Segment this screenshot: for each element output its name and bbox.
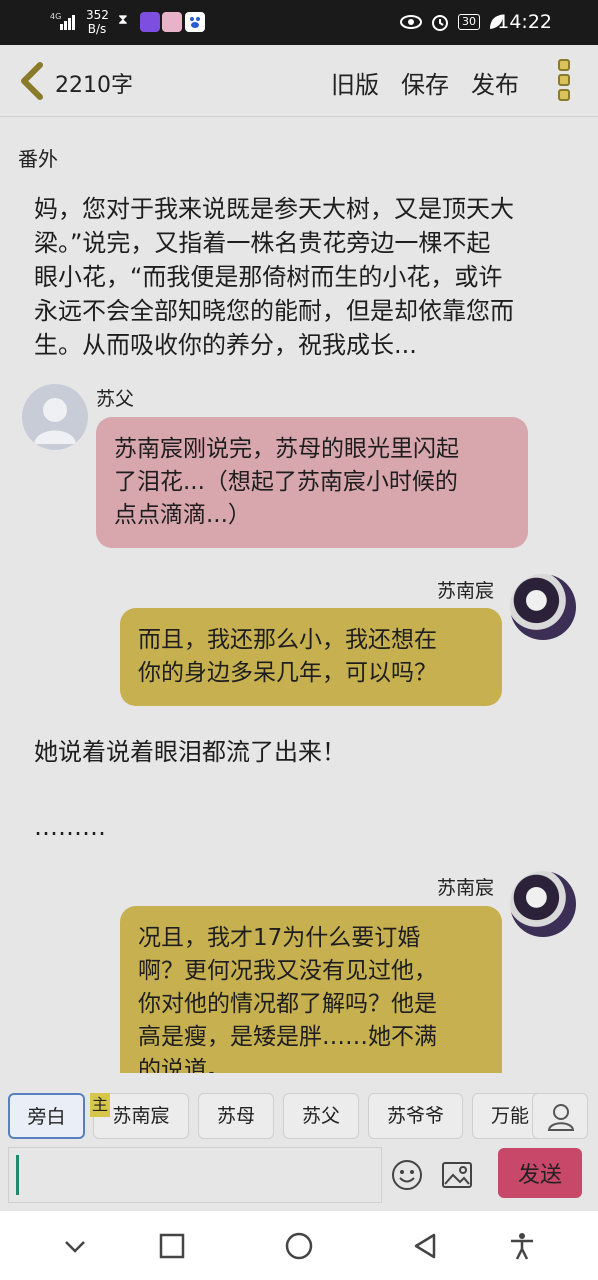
publish-button[interactable]: 发布 bbox=[471, 65, 519, 100]
text-line: 了泪花...（想起了苏南宸小时候的 bbox=[114, 469, 458, 495]
text-line: 高是瘦，是矮是胖……她不满 bbox=[138, 1024, 437, 1050]
main-character-badge: 主 bbox=[90, 1093, 110, 1117]
role-selector: 旁白 苏南宸 主 苏母 苏父 苏爷爷 万能 bbox=[0, 1073, 598, 1145]
speed-value: 352 bbox=[86, 8, 109, 22]
input-bar: 发送 bbox=[0, 1145, 598, 1211]
user-icon[interactable] bbox=[532, 1093, 588, 1139]
chapter-title: 番外 bbox=[18, 147, 58, 171]
role-chip-su-mother[interactable]: 苏母 bbox=[198, 1093, 274, 1139]
eye-icon bbox=[400, 15, 422, 29]
text-line: 你对他的情况都了解吗？他是 bbox=[138, 991, 437, 1017]
recent-apps-icon[interactable] bbox=[157, 1231, 187, 1261]
text-line: 点点滴滴...） bbox=[114, 502, 251, 528]
text-line: 而且，我还那么小，我还想在 bbox=[138, 627, 437, 653]
avatar[interactable] bbox=[510, 871, 576, 937]
message-bubble[interactable]: 况且，我才17为什么要订婚 啊？更何况我又没有见过他， 你对他的情况都了解吗？他… bbox=[120, 906, 502, 1073]
save-button[interactable]: 保存 bbox=[401, 65, 449, 100]
hourglass-icon: ⧗ bbox=[118, 12, 128, 28]
text-line: 梁。”说完，又指着一株名贵花旁边一棵不起 bbox=[34, 229, 491, 257]
speaker-name: 苏南宸 bbox=[437, 580, 495, 602]
text-line: 妈，您对于我来说既是参天大树，又是顶天大 bbox=[34, 195, 514, 223]
message-input[interactable] bbox=[8, 1147, 382, 1203]
narration-paragraph: 妈，您对于我来说既是参天大树，又是顶天大 梁。”说完，又指着一株名贵花旁边一棵不… bbox=[34, 192, 574, 362]
system-nav-bar bbox=[0, 1211, 598, 1280]
signal-icon bbox=[60, 12, 78, 30]
narration-paragraph: ……… bbox=[34, 813, 106, 841]
image-icon[interactable] bbox=[440, 1158, 474, 1192]
text-line: 啊？更何况我又没有见过他， bbox=[138, 958, 437, 984]
text-line: 况且，我才17为什么要订婚 bbox=[138, 925, 421, 951]
speed-unit: B/s bbox=[87, 22, 107, 36]
baidu-app-icon bbox=[185, 12, 205, 32]
story-content[interactable]: 番外 妈，您对于我来说既是参天大树，又是顶天大 梁。”说完，又指着一株名贵花旁边… bbox=[0, 118, 598, 1073]
role-chip-su-grandpa[interactable]: 苏爷爷 bbox=[368, 1093, 463, 1139]
text-line: 你的身边多呆几年，可以吗？ bbox=[138, 660, 437, 686]
word-count: 2210字 bbox=[55, 73, 133, 98]
chevron-left-icon[interactable] bbox=[16, 61, 46, 101]
video-app-icon bbox=[140, 12, 160, 32]
clock: 14:22 bbox=[497, 11, 552, 33]
send-button[interactable]: 发送 bbox=[498, 1148, 582, 1198]
home-icon[interactable] bbox=[284, 1231, 314, 1261]
text-caret bbox=[16, 1155, 19, 1195]
text-line: 永远不会全部知晓您的能耐，但是却依靠您而 bbox=[34, 297, 514, 325]
text-line: 生。从而吸收你的养分，祝我成长... bbox=[34, 331, 417, 359]
more-vertical-icon[interactable] bbox=[556, 59, 572, 105]
emoji-icon[interactable] bbox=[390, 1158, 424, 1192]
avatar[interactable] bbox=[510, 574, 576, 640]
role-chip-narrator[interactable]: 旁白 bbox=[8, 1093, 85, 1139]
battery-icon: 30 bbox=[458, 14, 480, 30]
narration-paragraph: 她说着说着眼泪都流了出来！ bbox=[34, 738, 346, 766]
text-line: 的说道。 bbox=[138, 1057, 230, 1073]
status-bar: 4G 352 B/s ⧗ 30 14:22 bbox=[0, 0, 598, 45]
back-icon[interactable] bbox=[410, 1231, 440, 1261]
chevron-down-icon[interactable] bbox=[60, 1231, 90, 1261]
editor-header: 2210字 旧版 保存 发布 bbox=[0, 45, 598, 117]
old-version-button[interactable]: 旧版 bbox=[331, 65, 379, 100]
message-bubble[interactable]: 而且，我还那么小，我还想在 你的身边多呆几年，可以吗？ bbox=[120, 608, 502, 706]
text-line: 苏南宸刚说完，苏母的眼光里闪起 bbox=[114, 436, 459, 462]
news-app-icon bbox=[162, 12, 182, 32]
network-speed: 352 B/s bbox=[86, 8, 109, 36]
text-line: 眼小花，“而我便是那倚树而生的小花，或许 bbox=[34, 263, 503, 291]
speaker-name: 苏南宸 bbox=[437, 877, 495, 899]
alarm-icon bbox=[432, 15, 448, 31]
accessibility-icon[interactable] bbox=[507, 1231, 537, 1261]
speaker-name: 苏父 bbox=[96, 388, 135, 410]
role-chip-su-father[interactable]: 苏父 bbox=[283, 1093, 359, 1139]
avatar[interactable] bbox=[22, 384, 88, 450]
message-bubble[interactable]: 苏南宸刚说完，苏母的眼光里闪起 了泪花...（想起了苏南宸小时候的 点点滴滴..… bbox=[96, 417, 528, 548]
